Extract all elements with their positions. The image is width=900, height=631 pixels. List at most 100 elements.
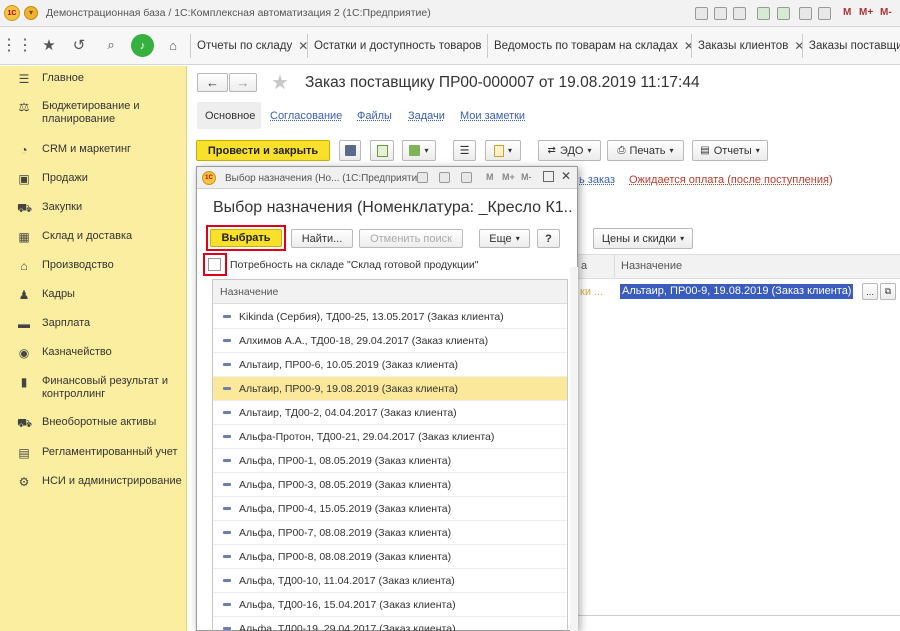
list-item[interactable]: Kikinda (Сербия), ТД00-25, 13.05.2017 (З… — [213, 305, 567, 329]
list-scrollbar[interactable] — [570, 267, 578, 631]
upload-icon[interactable] — [757, 7, 770, 20]
table-row-purpose-cell[interactable]: Альтаир, ПР00-9, 19.08.2019 (Заказ клиен… — [620, 284, 854, 299]
back-button[interactable]: ← — [197, 73, 228, 92]
tab-main[interactable]: Основное — [205, 110, 255, 122]
list-item[interactable]: Альфа, ПР00-7, 08.08.2019 (Заказ клиента… — [213, 521, 567, 545]
list-item-label: Kikinda (Сербия), ТД00-25, 13.05.2017 (З… — [239, 310, 504, 323]
tab-supplier-orders[interactable]: Заказы поставщик — [802, 34, 900, 58]
close-icon[interactable]: ✕ — [684, 39, 691, 53]
tab-warehouse-reports[interactable]: Отчеты по складу ✕ — [190, 34, 307, 58]
list-item-label: Альфа-Протон, ТД00-21, 29.04.2017 (Заказ… — [239, 430, 495, 443]
doc-icon[interactable] — [417, 172, 428, 183]
calendar-icon[interactable] — [461, 172, 472, 183]
post-and-close-button[interactable]: Провести и закрыть — [196, 140, 330, 161]
pay-order-link[interactable]: ь заказ — [579, 174, 615, 186]
open-icon[interactable]: ⧉ — [880, 283, 896, 300]
list-item[interactable]: Альфа, ПР00-4, 15.05.2019 (Заказ клиента… — [213, 497, 567, 521]
edo-button[interactable]: ⇄ ЭДО ▾ — [538, 140, 601, 161]
search-icon[interactable]: ⌕ — [100, 34, 122, 56]
find-button[interactable]: Найти... — [291, 229, 353, 248]
memory-m-button[interactable]: M — [486, 172, 494, 182]
apps-grid-icon[interactable]: ⋮⋮ — [1, 34, 33, 56]
list-item[interactable]: Альфа, ПР00-3, 08.05.2019 (Заказ клиента… — [213, 473, 567, 497]
sidebar-item[interactable]: ▮ Финансовый результат и контроллинг — [0, 375, 187, 401]
sidebar-item[interactable]: ◔ CRM и маркетинг — [0, 143, 187, 169]
download-icon[interactable] — [777, 7, 790, 20]
create-based-on-button[interactable]: ▾ — [402, 140, 436, 161]
sidebar-item[interactable]: ▤ Регламентированный учет — [0, 446, 187, 472]
close-icon[interactable]: ✕ — [298, 39, 307, 53]
tab-stock-statement[interactable]: Ведомость по товарам на складах ✕ — [487, 34, 691, 58]
sidebar-item[interactable]: ⛟ Внеоборотные активы — [0, 416, 187, 442]
post-doc-icon — [376, 144, 388, 157]
list-item-marker-icon — [223, 627, 231, 630]
sidebar-item[interactable]: ⌂ Производство — [0, 259, 187, 285]
favorite-star-icon[interactable]: ★ — [271, 70, 289, 95]
post-button[interactable] — [370, 140, 394, 161]
star-icon[interactable]: ★ — [38, 34, 60, 56]
print-button[interactable]: ⎙ Печать ▾ — [607, 140, 684, 161]
list-item[interactable]: Альфа, ТД00-19, 29.04.2017 (Заказ клиент… — [213, 617, 567, 631]
list-item[interactable]: Альтаир, ПР00-6, 10.05.2019 (Заказ клиен… — [213, 353, 567, 377]
tab-stock-availability[interactable]: Остатки и доступность товаров✕ — [307, 34, 487, 58]
print-icon[interactable] — [714, 7, 727, 20]
list-item[interactable]: Альфа-Протон, ТД00-21, 29.04.2017 (Заказ… — [213, 425, 567, 449]
tab-files[interactable]: Файлы — [357, 110, 392, 122]
memory-mminus-button[interactable]: M- — [521, 172, 532, 182]
calculator-icon[interactable] — [799, 7, 812, 20]
list-item[interactable]: Альфа, ПР00-1, 08.05.2019 (Заказ клиента… — [213, 449, 567, 473]
tab-tasks[interactable]: Задачи — [408, 110, 445, 122]
save-button[interactable] — [339, 140, 361, 161]
close-icon[interactable]: ✕ — [794, 39, 802, 53]
tab-my-notes[interactable]: Мои заметки — [460, 110, 525, 122]
list-item[interactable]: Алхимов А.А., ТД00-18, 29.04.2017 (Заказ… — [213, 329, 567, 353]
help-button[interactable]: ? — [537, 229, 560, 248]
maximize-icon[interactable] — [543, 171, 554, 182]
attachments-button[interactable]: ▾ — [485, 140, 521, 161]
close-icon[interactable]: ✕ — [561, 169, 571, 183]
memory-mplus-button[interactable]: M+ — [859, 7, 873, 18]
save-icon[interactable] — [695, 7, 708, 20]
cancel-search-button[interactable]: Отменить поиск — [359, 229, 463, 248]
history-icon[interactable]: ↺ — [68, 34, 90, 56]
list-button[interactable]: ☰ — [453, 140, 476, 161]
select-button[interactable]: Выбрать — [210, 229, 282, 247]
tab-customer-orders[interactable]: Заказы клиентов ✕ — [691, 34, 802, 58]
list-item[interactable]: Альтаир, ПР00-9, 19.08.2019 (Заказ клиен… — [213, 377, 567, 401]
chevron-down-icon: ▾ — [424, 146, 429, 155]
main-menu-icon[interactable]: ▾ — [24, 6, 38, 20]
sidebar-item[interactable]: ▦ Склад и доставка — [0, 230, 187, 256]
list-item[interactable]: Альфа, ТД00-16, 15.04.2017 (Заказ клиент… — [213, 593, 567, 617]
reports-button[interactable]: ▤ Отчеты ▾ — [692, 140, 768, 161]
choose-ellipsis-button[interactable]: ... — [862, 283, 878, 300]
sidebar-item[interactable]: ⚙ НСИ и администрирование — [0, 475, 187, 501]
warehouse-need-checkbox[interactable] — [208, 258, 221, 271]
sidebar-item[interactable]: ⚖ Бюджетирование и планирование — [0, 100, 187, 126]
calendar-icon[interactable] — [818, 7, 831, 20]
prices-discounts-button[interactable]: Цены и скидки ▾ — [593, 228, 693, 249]
memory-m-button[interactable]: M — [843, 7, 851, 18]
sidebar-item[interactable]: ☰ Главное — [0, 72, 187, 98]
list-item[interactable]: Альфа, ПР00-8, 08.08.2019 (Заказ клиента… — [213, 545, 567, 569]
home-icon[interactable]: ⌂ — [162, 34, 184, 56]
notifications-bell-icon[interactable]: ♪ — [131, 34, 154, 57]
list-item-label: Альфа, ПР00-3, 08.05.2019 (Заказ клиента… — [239, 478, 452, 491]
sidebar-item[interactable]: ▬ Зарплата — [0, 317, 187, 343]
forward-button[interactable]: → — [229, 73, 257, 92]
crm-icon: ◔ — [20, 143, 28, 157]
list-item[interactable]: Альфа, ТД00-10, 11.04.2017 (Заказ клиент… — [213, 569, 567, 593]
table-row-cell-a[interactable]: ки ... — [580, 286, 603, 298]
gear-icon: ⚙ — [18, 475, 30, 489]
tab-approval[interactable]: Согласование — [270, 110, 342, 122]
sidebar-item[interactable]: ◉ Казначейство — [0, 346, 187, 372]
preview-icon[interactable] — [733, 7, 746, 20]
sidebar-item[interactable]: ▣ Продажи — [0, 172, 187, 198]
sidebar-item[interactable]: ⛟ Закупки — [0, 201, 187, 227]
list-item[interactable]: Альтаир, ТД00-2, 04.04.2017 (Заказ клиен… — [213, 401, 567, 425]
memory-mminus-button[interactable]: M- — [880, 7, 892, 18]
memory-mplus-button[interactable]: M+ — [502, 172, 515, 182]
sidebar-item[interactable]: ♟ Кадры — [0, 288, 187, 314]
calculator-icon[interactable] — [439, 172, 450, 183]
more-button[interactable]: Еще ▾ — [479, 229, 530, 248]
status-link[interactable]: Ожидается оплата (после поступления) — [629, 174, 833, 186]
